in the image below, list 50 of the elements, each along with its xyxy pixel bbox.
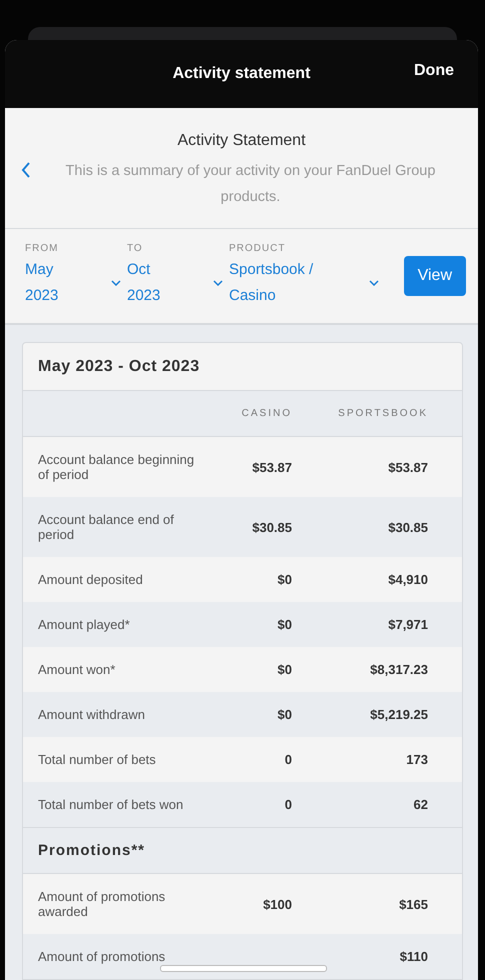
table-cell-text: $4,910 xyxy=(387,572,428,587)
chevron-down-icon xyxy=(111,280,121,286)
chevron-down-icon xyxy=(369,280,379,286)
row-label: Amount of promotions xyxy=(38,948,166,966)
row-label: Amount deposited xyxy=(38,571,144,589)
table-cell-text: $110 xyxy=(398,949,428,964)
back-icon[interactable] xyxy=(21,162,31,178)
table-cell-text: $53.87 xyxy=(251,460,292,474)
filter-value: May 2023 xyxy=(25,260,60,306)
row-label: Amount withdrawn xyxy=(38,706,146,724)
table-cell-text: $30.85 xyxy=(387,520,428,534)
table-cell-text: $0 xyxy=(276,662,292,677)
table-cell-text: $30.85 xyxy=(251,520,292,534)
view-button[interactable]: View xyxy=(404,256,466,296)
table-cell-text: $0 xyxy=(276,572,292,587)
table-cell-text: $7,971 xyxy=(387,617,428,632)
table-cell-text: 173 xyxy=(405,752,428,767)
table-cell-text: $53.87 xyxy=(387,460,428,474)
row-label: Total number of bets won xyxy=(38,796,184,814)
table-cell-text: $165 xyxy=(398,896,428,912)
summary-text: This is a summary of your activity on your FanDuel Group products. xyxy=(64,162,436,207)
table-cell-text: $8,317.23 xyxy=(369,662,428,677)
table-cell-text: 62 xyxy=(412,797,428,812)
filter-value: Oct 2023 xyxy=(127,260,162,306)
column-header: SPORTSBOOK xyxy=(337,408,428,419)
chevron-down-icon xyxy=(213,280,223,286)
row-label: Total number of bets xyxy=(38,751,157,769)
table-cell: $100 xyxy=(263,896,292,912)
filter-dropdown[interactable]: PRODUCT Sportsbook / Casino xyxy=(229,243,379,309)
section-heading: Promotions** xyxy=(38,842,146,859)
filter-label: PRODUCT xyxy=(229,243,286,254)
table-cell-text: 0 xyxy=(284,797,292,812)
page-title: Activity Statement xyxy=(176,132,307,150)
row-label: Account balance end of period xyxy=(38,511,175,544)
row-label: Amount played* xyxy=(38,616,131,634)
row-label: Amount won* xyxy=(38,661,116,679)
row-label: Amount of promotions awarded xyxy=(38,888,166,921)
screen-title: Activity statement xyxy=(172,65,310,83)
table-cell-text: $0 xyxy=(276,707,292,722)
table-cell-text: $5,219.25 xyxy=(369,707,428,722)
done-button[interactable]: Done xyxy=(414,62,454,80)
filter-dropdown[interactable]: FROM May 2023 xyxy=(25,243,121,309)
filter-label: TO xyxy=(127,243,144,254)
table-cell-text: $0 xyxy=(276,617,292,632)
filter-dropdown[interactable]: TO Oct 2023 xyxy=(127,243,223,309)
column-header: CASINO xyxy=(240,408,292,419)
table-cell-text: 0 xyxy=(284,752,292,767)
filter-value: Sportsbook / Casino xyxy=(229,260,314,306)
filter-label: FROM xyxy=(25,243,60,254)
row-label: Account balance beginning of period xyxy=(38,451,196,484)
